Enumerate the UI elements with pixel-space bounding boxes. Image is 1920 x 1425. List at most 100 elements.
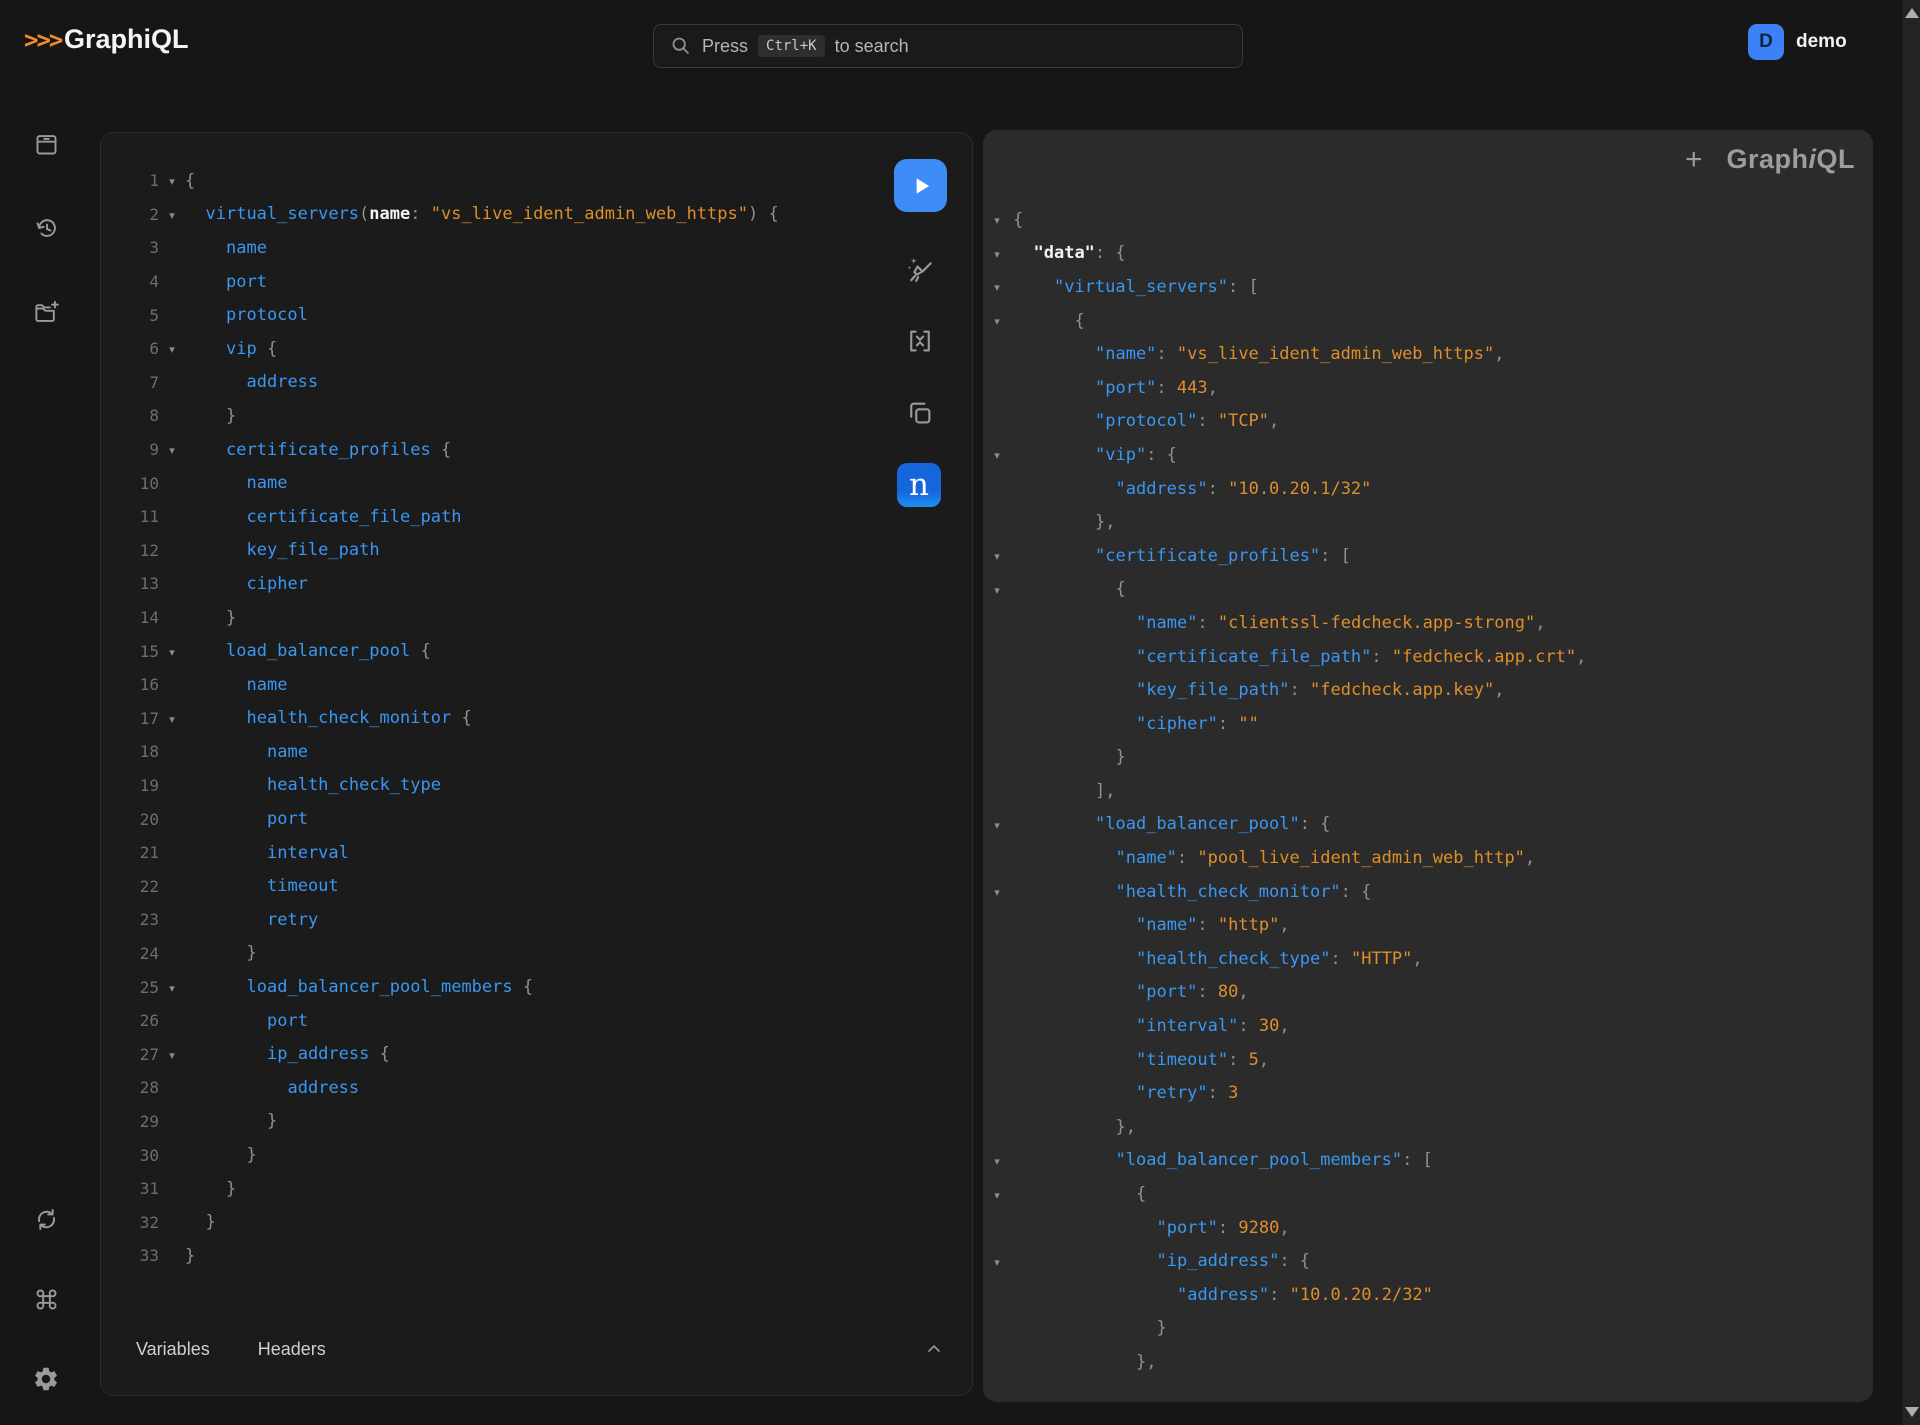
fold-toggle-icon[interactable]: ▾ — [987, 548, 1007, 563]
editor-code-line[interactable]: 27▾ip_address { — [101, 1037, 892, 1071]
add-tab-button[interactable]: + — [1685, 145, 1703, 175]
copy-query-button[interactable] — [903, 396, 937, 430]
code-text: } — [185, 608, 236, 628]
editor-code-line[interactable]: 25▾load_balancer_pool_members { — [101, 970, 892, 1004]
fold-toggle-icon[interactable]: ▾ — [987, 1153, 1007, 1168]
line-number: 12 — [101, 541, 159, 560]
editor-code-line[interactable]: 33} — [101, 1239, 892, 1273]
fold-spacer — [159, 1154, 185, 1156]
response-code-line: "timeout": 5, — [983, 1043, 1873, 1077]
editor-code-line[interactable]: 9▾certificate_profiles { — [101, 433, 892, 467]
fold-toggle-icon[interactable]: ▾ — [987, 447, 1007, 462]
editor-code-line[interactable]: 23retry — [101, 903, 892, 937]
fold-toggle-icon[interactable]: ▾ — [987, 246, 1007, 261]
code-text: health_check_type — [185, 775, 441, 795]
fold-spacer — [159, 617, 185, 619]
editor-code-line[interactable]: 29} — [101, 1105, 892, 1139]
editor-code-line[interactable]: 14} — [101, 601, 892, 635]
editor-code-line[interactable]: 18name — [101, 735, 892, 769]
fold-toggle-icon[interactable]: ▾ — [159, 341, 185, 356]
editor-code-line[interactable]: 32} — [101, 1205, 892, 1239]
tab-variables[interactable]: Variables — [136, 1339, 210, 1360]
editor-code-line[interactable]: 5protocol — [101, 298, 892, 332]
fold-toggle-icon[interactable]: ▾ — [987, 279, 1007, 294]
editor-code-line[interactable]: 28address — [101, 1071, 892, 1105]
fold-spacer — [159, 1221, 185, 1223]
fold-spacer — [159, 784, 185, 786]
line-number: 33 — [101, 1246, 159, 1265]
fold-spacer — [987, 756, 1007, 758]
n-logo-icon: n — [909, 470, 929, 501]
sidebar-item-doc-explorer[interactable] — [29, 127, 63, 161]
search-input[interactable]: Press Ctrl+K to search — [653, 24, 1243, 68]
fold-toggle-icon[interactable]: ▾ — [987, 1187, 1007, 1202]
fold-toggle-icon[interactable]: ▾ — [159, 173, 185, 188]
fold-toggle-icon[interactable]: ▾ — [987, 817, 1007, 832]
fold-toggle-icon[interactable]: ▾ — [159, 980, 185, 995]
collapse-tools-button[interactable] — [924, 1339, 944, 1359]
execute-button[interactable] — [894, 159, 947, 212]
line-number: 28 — [101, 1078, 159, 1097]
n-plugin-button[interactable]: n — [897, 463, 941, 507]
merge-icon — [905, 326, 935, 356]
editor-code-line[interactable]: 12key_file_path — [101, 534, 892, 568]
response-code-line: } — [983, 1312, 1873, 1346]
fold-toggle-icon[interactable]: ▾ — [987, 884, 1007, 899]
editor-code-line[interactable]: 30} — [101, 1138, 892, 1172]
brand-chevrons-icon[interactable]: >>> — [24, 26, 61, 54]
fold-toggle-icon[interactable]: ▾ — [159, 644, 185, 659]
editor-code-line[interactable]: 4port — [101, 265, 892, 299]
editor-code-line[interactable]: 3name — [101, 231, 892, 265]
editor-code-line[interactable]: 16name — [101, 668, 892, 702]
tab-headers[interactable]: Headers — [258, 1339, 326, 1360]
editor-code-line[interactable]: 1▾{ — [101, 164, 892, 198]
doc-explorer-icon — [33, 131, 60, 158]
response-code-line: "retry": 3 — [983, 1076, 1873, 1110]
editor-code-line[interactable]: 15▾load_balancer_pool { — [101, 634, 892, 668]
scroll-down-arrow-icon[interactable] — [1905, 1407, 1919, 1417]
fold-toggle-icon[interactable]: ▾ — [987, 313, 1007, 328]
response-code-line: } — [983, 741, 1873, 775]
scroll-up-arrow-icon[interactable] — [1905, 8, 1919, 18]
fold-toggle-icon[interactable]: ▾ — [987, 1254, 1007, 1269]
sidebar-item-history[interactable] — [29, 211, 63, 245]
code-text: ], — [1013, 781, 1115, 801]
editor-code-line[interactable]: 26port — [101, 1004, 892, 1038]
editor-code-line[interactable]: 8} — [101, 399, 892, 433]
editor-code-line[interactable]: 17▾health_check_monitor { — [101, 702, 892, 736]
fold-toggle-icon[interactable]: ▾ — [159, 207, 185, 222]
fold-toggle-icon[interactable]: ▾ — [987, 212, 1007, 227]
sidebar-item-settings[interactable] — [29, 1362, 63, 1396]
editor-code-line[interactable]: 24} — [101, 937, 892, 971]
editor-code-line[interactable]: 11certificate_file_path — [101, 500, 892, 534]
editor-code-line[interactable]: 31} — [101, 1172, 892, 1206]
fold-toggle-icon[interactable]: ▾ — [987, 582, 1007, 597]
prettify-button[interactable] — [903, 252, 937, 286]
fold-toggle-icon[interactable]: ▾ — [159, 442, 185, 457]
graphiql-wordmark: GraphiQL — [1726, 144, 1855, 175]
query-editor[interactable]: 1▾{2▾virtual_servers(name: "vs_live_iden… — [101, 164, 892, 1273]
fold-toggle-icon[interactable]: ▾ — [159, 1047, 185, 1062]
user-menu[interactable]: D demo — [1748, 24, 1847, 60]
editor-code-line[interactable]: 7address — [101, 366, 892, 400]
editor-code-line[interactable]: 22timeout — [101, 869, 892, 903]
sidebar-item-keyboard-shortcuts[interactable] — [29, 1282, 63, 1316]
line-number: 6 — [101, 339, 159, 358]
line-number: 21 — [101, 843, 159, 862]
merge-fragments-button[interactable] — [903, 324, 937, 358]
editor-code-line[interactable]: 10name — [101, 466, 892, 500]
editor-code-line[interactable]: 13cipher — [101, 567, 892, 601]
editor-code-line[interactable]: 21interval — [101, 836, 892, 870]
editor-code-line[interactable]: 2▾virtual_servers(name: "vs_live_ident_a… — [101, 198, 892, 232]
editor-code-line[interactable]: 19health_check_type — [101, 769, 892, 803]
code-text: "address": "10.0.20.1/32" — [1013, 479, 1371, 499]
editor-code-line[interactable]: 6▾vip { — [101, 332, 892, 366]
sidebar-item-collections[interactable] — [29, 295, 63, 329]
fold-spacer — [159, 482, 185, 484]
code-text: "retry": 3 — [1013, 1083, 1238, 1103]
editor-code-line[interactable]: 20port — [101, 802, 892, 836]
sidebar-item-refetch-schema[interactable] — [29, 1202, 63, 1236]
page-scrollbar[interactable] — [1903, 0, 1920, 1425]
fold-toggle-icon[interactable]: ▾ — [159, 711, 185, 726]
response-code-line: "name": "pool_live_ident_admin_web_http"… — [983, 841, 1873, 875]
